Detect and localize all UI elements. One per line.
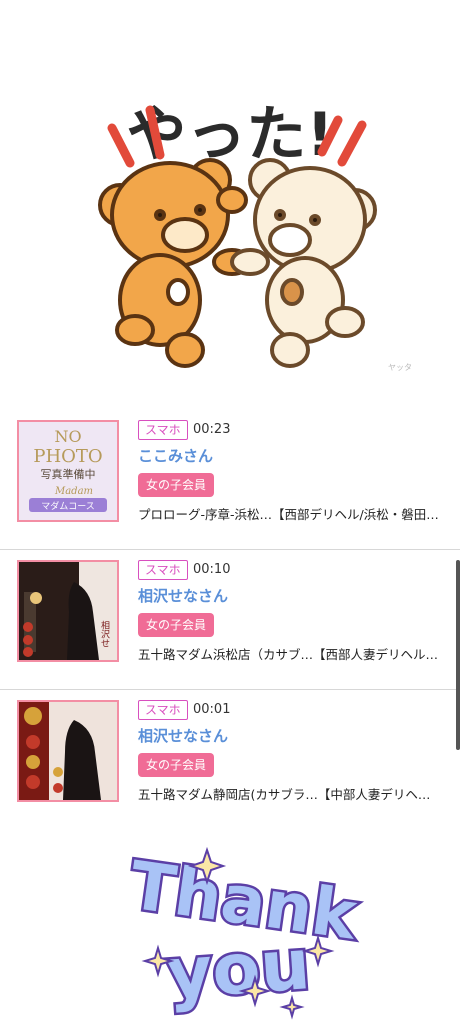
list-item[interactable]: 相沢せ スマホ 00:10 相沢せなさん 女の子会員 五十路マダム浜松店（カサブ… — [0, 550, 460, 690]
shop-name[interactable]: 五十路マダム浜松店（カサブ…【西部人妻デリヘル… — [138, 646, 442, 664]
thank-you-illustration: Thank you — [123, 844, 366, 1020]
sticker-watermark: ヤッタ — [388, 363, 412, 372]
svg-text:相沢せ: 相沢せ — [99, 619, 110, 647]
visit-time: 00:23 — [193, 422, 231, 437]
member-badge: 女の子会員 — [138, 753, 214, 777]
shop-name[interactable]: 五十路マダム静岡店(カサブラ…【中部人妻デリヘ… — [138, 786, 442, 804]
svg-text:NO: NO — [54, 427, 81, 446]
list-item[interactable]: NO PHOTO 写真準備中 Madam マダムコース スマホ 00:23 ここ… — [0, 410, 460, 550]
scrollbar[interactable] — [456, 560, 460, 750]
profile-thumbnail[interactable] — [17, 700, 119, 802]
svg-text:写真準備中: 写真準備中 — [41, 467, 96, 481]
member-badge: 女の子会員 — [138, 613, 214, 637]
profile-thumbnail[interactable]: 相沢せ — [17, 560, 119, 662]
cream-bear — [230, 158, 377, 368]
bottom-sticker-image: Thank you — [0, 828, 460, 1024]
visitor-list: NO PHOTO 写真準備中 Madam マダムコース スマホ 00:23 ここ… — [0, 410, 460, 829]
visitor-name-link[interactable]: 相沢せなさん — [138, 586, 228, 606]
visitor-name-link[interactable]: ここみさん — [138, 446, 213, 466]
no-photo-image: NO PHOTO 写真準備中 Madam マダムコース — [19, 422, 117, 520]
profile-photo-image — [19, 702, 117, 800]
device-badge: スマホ — [138, 560, 188, 580]
svg-text:マダムコース: マダムコース — [41, 500, 95, 512]
profile-photo-image: 相沢せ — [19, 562, 117, 660]
device-badge: スマホ — [138, 420, 188, 440]
device-badge: スマホ — [138, 700, 188, 720]
member-badge: 女の子会員 — [138, 473, 214, 497]
list-item[interactable]: スマホ 00:01 相沢せなさん 女の子会員 五十路マダム静岡店(カサブラ…【中… — [0, 690, 460, 829]
visit-time: 00:01 — [193, 702, 231, 717]
shop-name[interactable]: プロローグ-序章-浜松…【西部デリヘル/浜松・磐田… — [138, 506, 442, 524]
cheering-bears-illustration: やった! ヤッタ — [98, 98, 412, 372]
visitor-name-link[interactable]: 相沢せなさん — [138, 726, 228, 746]
orange-bear — [98, 158, 252, 368]
visit-time: 00:10 — [193, 562, 231, 577]
top-sticker-image: やった! ヤッタ — [0, 0, 460, 410]
svg-text:Madam: Madam — [54, 486, 93, 497]
profile-thumbnail[interactable]: NO PHOTO 写真準備中 Madam マダムコース — [17, 420, 119, 522]
svg-text:PHOTO: PHOTO — [33, 446, 102, 467]
